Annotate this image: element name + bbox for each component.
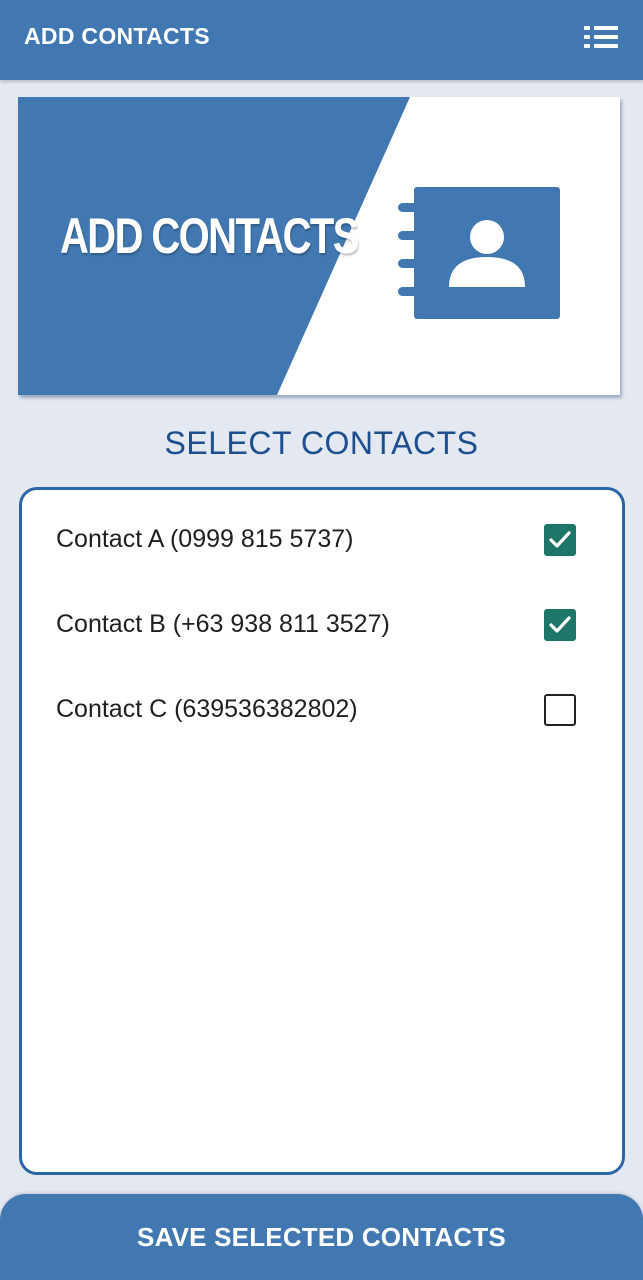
header-banner: ADD CONTACTS [18, 97, 620, 395]
app-title: ADD CONTACTS [24, 23, 210, 49]
section-title: SELECT CONTACTS [164, 425, 479, 461]
contact-row-c[interactable]: Contact C (639536382802) [22, 680, 622, 740]
banner-title: ADD CONTACTS [60, 208, 359, 264]
save-selected-contacts-button[interactable]: SAVE SELECTED CONTACTS [0, 1194, 643, 1280]
contact-label: Contact A (0999 815 5737) [56, 525, 354, 553]
app-bar: ADD CONTACTS [0, 0, 643, 80]
contact-checkbox[interactable] [544, 524, 576, 556]
contact-checkbox[interactable] [544, 609, 576, 641]
contact-row-b[interactable]: Contact B (+63 938 811 3527) [22, 595, 622, 655]
checkmark-icon [549, 531, 571, 548]
contact-label: Contact C (639536382802) [56, 695, 358, 723]
contacts-list: Contact A (0999 815 5737) Contact B (+63… [19, 487, 625, 1175]
list-menu-icon[interactable] [583, 22, 621, 56]
address-book-icon [398, 187, 568, 332]
contact-checkbox[interactable] [544, 694, 576, 726]
contact-row-a[interactable]: Contact A (0999 815 5737) [22, 510, 622, 570]
contact-label: Contact B (+63 938 811 3527) [56, 610, 390, 638]
checkmark-icon [549, 616, 571, 633]
